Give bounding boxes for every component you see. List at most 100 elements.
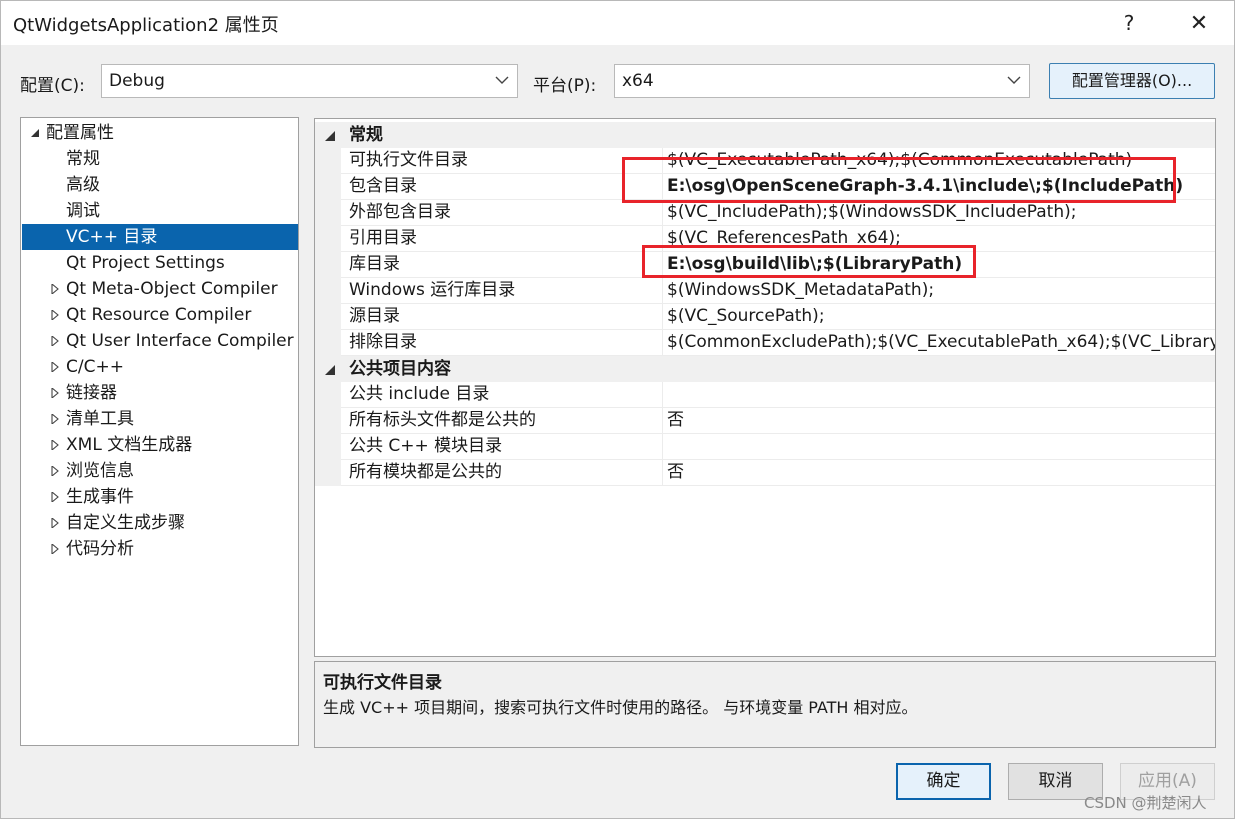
tree-item-label: 链接器 [66, 383, 117, 403]
tree-item-label: 浏览信息 [66, 461, 134, 481]
tree-item-qt-rcc[interactable]: Qt Resource Compiler [22, 302, 298, 328]
collapsed-triangle-icon[interactable] [50, 440, 60, 450]
chevron-down-icon [1007, 76, 1021, 84]
column-separator [662, 330, 663, 356]
collapsed-triangle-icon[interactable] [50, 362, 60, 372]
row-gutter [315, 460, 341, 486]
tree-item-label: XML 文档生成器 [66, 435, 193, 455]
tree-item-qt-moc[interactable]: Qt Meta-Object Compiler [22, 276, 298, 302]
expanded-triangle-icon[interactable] [30, 128, 40, 138]
tree-item-general[interactable]: 常规 [22, 146, 298, 172]
property-row-external-include-dirs[interactable]: 外部包含目录 $(VC_IncludePath);$(WindowsSDK_In… [315, 200, 1215, 226]
expanded-triangle-icon[interactable] [324, 130, 336, 142]
property-row-public-include-dirs[interactable]: 公共 include 目录 [315, 382, 1215, 408]
column-separator [662, 434, 663, 460]
property-name: 所有标头文件都是公共的 [349, 410, 536, 430]
property-name: Windows 运行库目录 [349, 280, 516, 300]
property-value[interactable]: 否 [667, 460, 684, 485]
property-name: 外部包含目录 [349, 202, 451, 222]
config-dropdown[interactable]: Debug [101, 64, 518, 98]
row-gutter [315, 382, 341, 408]
tree-item-qt-uic[interactable]: Qt User Interface Compiler [22, 328, 298, 354]
tree-item-browse-info[interactable]: 浏览信息 [22, 458, 298, 484]
tree-item-debugging[interactable]: 调试 [22, 198, 298, 224]
property-tree: 配置属性 常规 高级 调试 VC++ 目录 Qt Project Setting… [20, 117, 299, 746]
property-name: 引用目录 [349, 228, 417, 248]
collapsed-triangle-icon[interactable] [50, 414, 60, 424]
watermark: CSDN @荆楚闲人 [1084, 794, 1207, 812]
tree-item-label: C/C++ [66, 357, 124, 377]
property-row-public-module-dirs[interactable]: 公共 C++ 模块目录 [315, 434, 1215, 460]
row-gutter [315, 434, 341, 460]
property-name: 可执行文件目录 [349, 150, 468, 170]
config-value: Debug [109, 71, 165, 91]
property-row-all-modules-public[interactable]: 所有模块都是公共的 否 [315, 460, 1215, 486]
property-name: 排除目录 [349, 332, 417, 352]
property-pages-dialog: QtWidgetsApplication2 属性页 ? ✕ 配置(C): Deb… [0, 0, 1235, 819]
configuration-manager-button[interactable]: 配置管理器(O)... [1049, 63, 1215, 99]
category-general[interactable]: 常规 [315, 122, 1215, 148]
collapsed-triangle-icon[interactable] [50, 492, 60, 502]
close-button[interactable]: ✕ [1169, 1, 1229, 45]
property-value[interactable]: $(VC_IncludePath);$(WindowsSDK_IncludePa… [667, 200, 1077, 225]
tree-item-vc-directories[interactable]: VC++ 目录 [22, 224, 298, 250]
row-gutter [315, 304, 341, 330]
tree-item-label: 自定义生成步骤 [66, 513, 185, 533]
property-value[interactable]: 否 [667, 408, 684, 433]
collapsed-triangle-icon[interactable] [50, 518, 60, 528]
collapsed-triangle-icon[interactable] [50, 310, 60, 320]
property-row-source-dirs[interactable]: 源目录 $(VC_SourcePath); [315, 304, 1215, 330]
ok-button[interactable]: 确定 [896, 763, 991, 800]
property-name: 公共 include 目录 [349, 384, 490, 404]
column-separator [662, 200, 663, 226]
platform-dropdown[interactable]: x64 [614, 64, 1030, 98]
include-dir-highlight-box [622, 157, 1176, 203]
config-label: 配置(C): [20, 76, 85, 96]
library-dir-highlight-box [642, 245, 976, 278]
tree-item-label: Qt Resource Compiler [66, 305, 252, 325]
property-value[interactable]: $(CommonExcludePath);$(VC_ExecutablePath… [667, 330, 1215, 355]
property-name: 公共 C++ 模块目录 [349, 436, 503, 456]
tree-item-config-properties[interactable]: 配置属性 [22, 120, 298, 146]
property-row-all-headers-public[interactable]: 所有标头文件都是公共的 否 [315, 408, 1215, 434]
property-row-winrt-library-dirs[interactable]: Windows 运行库目录 $(WindowsSDK_MetadataPath)… [315, 278, 1215, 304]
collapsed-triangle-icon[interactable] [50, 544, 60, 554]
collapsed-triangle-icon[interactable] [50, 466, 60, 476]
tree-item-label: Qt Project Settings [66, 253, 225, 273]
tree-item-label: Qt User Interface Compiler [66, 331, 294, 351]
collapsed-triangle-icon[interactable] [50, 336, 60, 346]
tree-item-label: 常规 [66, 149, 100, 169]
column-separator [662, 460, 663, 486]
tree-item-xml-doc-generator[interactable]: XML 文档生成器 [22, 432, 298, 458]
title-bar: QtWidgetsApplication2 属性页 ? ✕ [1, 1, 1234, 45]
tree-item-build-events[interactable]: 生成事件 [22, 484, 298, 510]
property-name: 源目录 [349, 306, 400, 326]
property-value[interactable]: $(WindowsSDK_MetadataPath); [667, 278, 934, 303]
tree-item-linker[interactable]: 链接器 [22, 380, 298, 406]
tree-item-code-analysis[interactable]: 代码分析 [22, 536, 298, 562]
description-pane: 可执行文件目录 生成 VC++ 项目期间，搜索可执行文件时使用的路径。 与环境变… [314, 661, 1216, 748]
collapsed-triangle-icon[interactable] [50, 388, 60, 398]
tree-item-label: 配置属性 [46, 123, 114, 143]
tree-item-label: VC++ 目录 [66, 227, 158, 247]
collapsed-triangle-icon[interactable] [50, 284, 60, 294]
row-gutter [315, 226, 341, 252]
help-button[interactable]: ? [1099, 1, 1159, 45]
column-separator [662, 278, 663, 304]
expanded-triangle-icon[interactable] [324, 364, 336, 376]
tree-item-qt-project-settings[interactable]: Qt Project Settings [22, 250, 298, 276]
tree-item-advanced[interactable]: 高级 [22, 172, 298, 198]
column-separator [662, 408, 663, 434]
tree-item-label: 调试 [66, 201, 100, 221]
category-public-project-content[interactable]: 公共项目内容 [315, 356, 1215, 382]
property-row-exclude-dirs[interactable]: 排除目录 $(CommonExcludePath);$(VC_Executabl… [315, 330, 1215, 356]
tree-item-manifest-tool[interactable]: 清单工具 [22, 406, 298, 432]
property-value[interactable]: $(VC_SourcePath); [667, 304, 825, 329]
tree-item-custom-build-step[interactable]: 自定义生成步骤 [22, 510, 298, 536]
tree-item-label: 清单工具 [66, 409, 134, 429]
tree-item-cpp[interactable]: C/C++ [22, 354, 298, 380]
column-separator [662, 382, 663, 408]
property-name: 包含目录 [349, 176, 417, 196]
row-gutter [315, 408, 341, 434]
platform-value: x64 [622, 71, 654, 91]
